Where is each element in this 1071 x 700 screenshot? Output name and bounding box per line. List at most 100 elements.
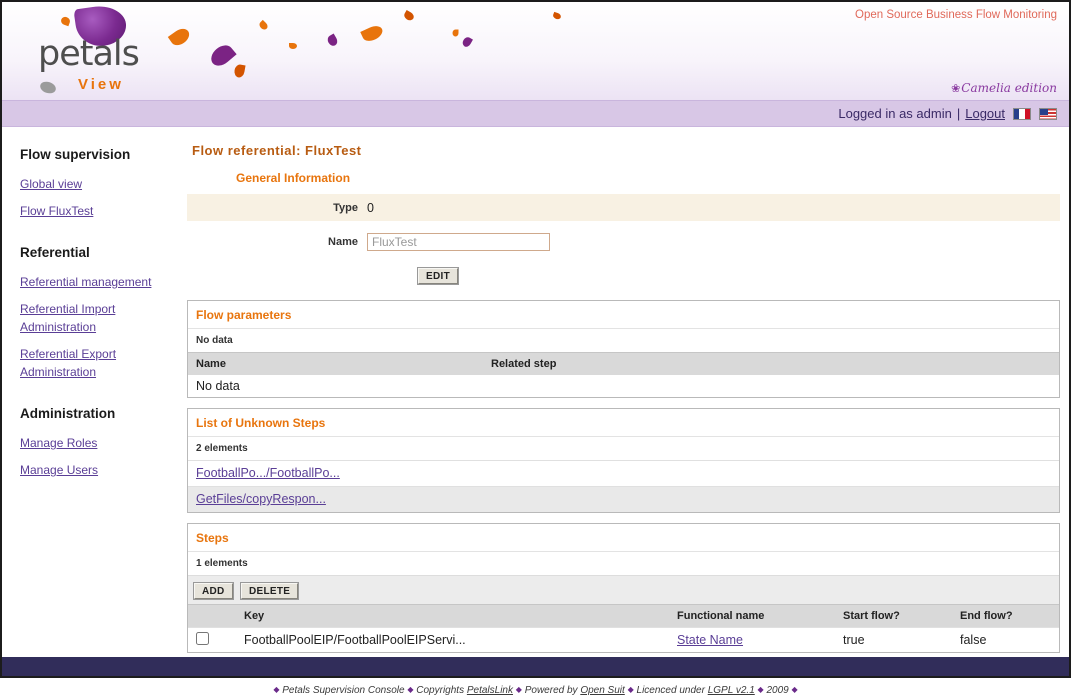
step-start-flow-cell: true	[843, 633, 960, 647]
step-row-checkbox[interactable]	[196, 632, 209, 645]
page-title: Flow referential: FluxTest	[192, 143, 1060, 158]
unknown-steps-box: List of Unknown Steps 2 elements Footbal…	[187, 408, 1060, 513]
sidebar-link-global-view[interactable]: Global view	[20, 175, 170, 193]
petal-decoration	[168, 26, 192, 49]
copyright-copyrights-text: Copyrights	[416, 685, 464, 696]
logo-view-label: View	[78, 76, 124, 93]
copyright-powered-text: Powered by	[525, 685, 578, 696]
petal-decoration	[360, 23, 385, 44]
login-status: Logged in as admin	[838, 106, 951, 121]
step-table-row: FootballPoolEIP/FootballPoolEIPServi... …	[188, 627, 1059, 652]
unknown-step-row[interactable]: GetFiles/copyRespon...	[188, 486, 1059, 512]
unknown-step-link-getfiles[interactable]: GetFiles/copyRespon...	[196, 492, 326, 506]
main-content: Flow referential: FluxTest General Infor…	[186, 127, 1069, 657]
sidebar-link-flow-fluxtest[interactable]: Flow FluxTest	[20, 202, 170, 220]
sidebar-section-flow-supervision: Flow supervision Global view Flow FluxTe…	[20, 147, 186, 220]
login-separator: |	[957, 106, 960, 121]
app-tagline: Open Source Business Flow Monitoring	[855, 9, 1057, 21]
unknown-steps-heading: List of Unknown Steps	[188, 409, 1059, 436]
petal-decoration	[453, 30, 459, 37]
unknown-step-link-footballpool[interactable]: FootballPo.../FootballPo...	[196, 466, 340, 480]
sidebar-link-manage-users[interactable]: Manage Users	[20, 461, 170, 479]
flow-parameters-count: No data	[188, 328, 1059, 352]
sidebar-section-administration: Administration Manage Roles Manage Users	[20, 406, 186, 479]
state-name-link[interactable]: State Name	[677, 633, 743, 647]
lgpl-link[interactable]: LGPL v2.1	[708, 685, 755, 696]
name-input[interactable]	[367, 233, 550, 251]
sidebar-link-referential-import[interactable]: Referential Import Administration	[20, 300, 170, 336]
step-checkbox-cell	[188, 632, 244, 648]
type-row: Type 0	[187, 194, 1060, 221]
step-end-flow-cell: false	[960, 633, 1059, 647]
steps-count: 1 elements	[188, 551, 1059, 575]
copyright: ◆ Petals Supervision Console ◆ Copyright…	[0, 685, 1071, 696]
type-value: 0	[367, 201, 374, 215]
general-information-section: General Information Type 0 Name EDIT	[187, 171, 1060, 284]
copyright-licence-text: Licenced under	[637, 685, 705, 696]
add-button[interactable]: ADD	[194, 583, 233, 599]
mouse-icon	[39, 80, 58, 95]
login-bar: Logged in as admin | Logout	[2, 100, 1069, 127]
open-suit-link[interactable]: Open Suit	[580, 685, 624, 696]
flag-usa-icon[interactable]	[1039, 108, 1057, 120]
name-row: Name	[187, 228, 1060, 256]
steps-box: Steps 1 elements ADD DELETE Key Function…	[187, 523, 1060, 653]
flow-parameters-empty-row: No data	[188, 375, 1059, 397]
flow-parameters-heading: Flow parameters	[188, 301, 1059, 328]
footer-bar	[2, 657, 1069, 676]
column-header-start-flow: Start flow?	[843, 610, 960, 622]
petalslink-link[interactable]: PetalsLink	[467, 685, 513, 696]
flag-france-icon[interactable]	[1013, 108, 1031, 120]
empty-data-cell: No data	[188, 379, 491, 393]
petal-decoration	[552, 12, 562, 20]
column-header-name: Name	[188, 358, 491, 370]
logout-link[interactable]: Logout	[965, 106, 1005, 121]
sidebar: Flow supervision Global view Flow FluxTe…	[2, 127, 186, 657]
petal-decoration	[207, 41, 236, 69]
petals-logo: petals View	[30, 4, 170, 98]
copyright-year-text: 2009	[766, 685, 788, 696]
column-header-key: Key	[244, 610, 677, 622]
petal-decoration	[461, 36, 473, 49]
step-functional-name-cell: State Name	[677, 633, 843, 647]
sidebar-link-manage-roles[interactable]: Manage Roles	[20, 434, 170, 452]
petal-decoration	[326, 33, 339, 47]
steps-header-row: Key Functional name Start flow? End flow…	[188, 604, 1059, 627]
diamond-separator: ◆	[407, 685, 413, 694]
flow-parameters-box: Flow parameters No data Name Related ste…	[187, 300, 1060, 398]
delete-button[interactable]: DELETE	[241, 583, 298, 599]
diamond-separator: ◆	[516, 685, 522, 694]
column-header-functional-name: Functional name	[677, 610, 843, 622]
column-header-end-flow: End flow?	[960, 610, 1059, 622]
sidebar-heading-administration: Administration	[20, 406, 186, 421]
flow-parameters-header-row: Name Related step	[188, 352, 1059, 375]
petal-decoration	[258, 20, 269, 31]
petal-decoration	[403, 10, 416, 22]
diamond-separator: ◆	[792, 685, 798, 694]
steps-heading: Steps	[188, 524, 1059, 551]
diamond-separator: ◆	[273, 685, 279, 694]
edition-label: ❀Camelia edition	[951, 81, 1057, 95]
logo-dot-icon	[60, 16, 71, 27]
camelia-flower-icon: ❀	[951, 82, 960, 95]
diamond-separator: ◆	[758, 685, 764, 694]
app-window: Open Source Business Flow Monitoring pet…	[0, 0, 1071, 678]
name-label: Name	[187, 236, 367, 248]
column-header-related-step: Related step	[491, 358, 1059, 370]
unknown-steps-count: 2 elements	[188, 436, 1059, 460]
step-key-cell: FootballPoolEIP/FootballPoolEIPServi...	[244, 633, 677, 647]
edit-button[interactable]: EDIT	[418, 268, 458, 284]
edition-text: Camelia edition	[961, 81, 1057, 95]
diamond-separator: ◆	[628, 685, 634, 694]
header: Open Source Business Flow Monitoring pet…	[2, 2, 1069, 100]
sidebar-link-referential-export[interactable]: Referential Export Administration	[20, 345, 170, 381]
petal-decoration	[289, 43, 297, 49]
sidebar-section-referential: Referential Referential management Refer…	[20, 245, 186, 381]
petal-decoration	[233, 64, 245, 79]
copyright-console-text: Petals Supervision Console	[282, 685, 404, 696]
unknown-step-row[interactable]: FootballPo.../FootballPo...	[188, 460, 1059, 486]
sidebar-link-referential-management[interactable]: Referential management	[20, 273, 170, 291]
sidebar-heading-flow-supervision: Flow supervision	[20, 147, 186, 162]
general-information-heading: General Information	[236, 171, 1060, 185]
sidebar-heading-referential: Referential	[20, 245, 186, 260]
